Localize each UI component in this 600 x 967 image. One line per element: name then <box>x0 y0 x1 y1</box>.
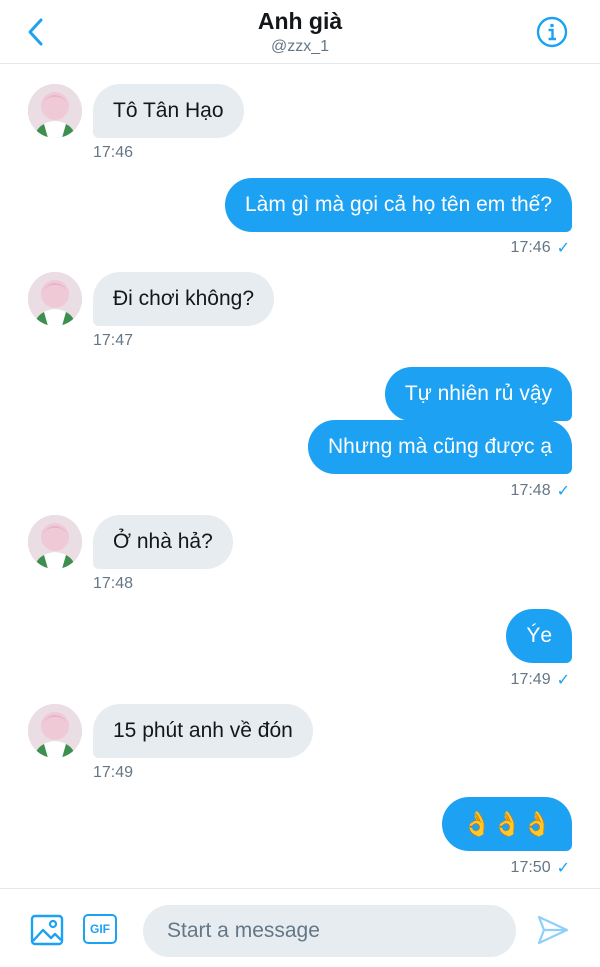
gif-button[interactable]: GIF <box>83 914 117 944</box>
conversation-title[interactable]: Anh già <box>0 8 600 35</box>
message-list[interactable]: Tô Tân Hạo 17:46 Làm gì mà gọi cả họ tên… <box>0 64 600 888</box>
send-button[interactable] <box>536 913 570 947</box>
message-bubble[interactable]: Tô Tân Hạo <box>93 84 244 138</box>
user-avatar-icon <box>28 515 82 569</box>
read-check-icon: ✓ <box>556 860 570 877</box>
conversation-handle[interactable]: @zzx_1 <box>0 38 600 56</box>
message-input[interactable] <box>143 905 516 957</box>
read-check-icon: ✓ <box>556 240 570 257</box>
message-bubble[interactable]: Làm gì mà gọi cả họ tên em thế? <box>224 178 572 232</box>
user-avatar-icon <box>28 704 82 758</box>
message-time: 17:48 <box>93 575 134 592</box>
info-icon <box>536 16 568 48</box>
avatar[interactable] <box>28 272 82 326</box>
message-status: 17:49 ✓ <box>511 670 570 690</box>
send-icon <box>537 915 569 945</box>
message-time: 17:46 <box>510 239 551 256</box>
message-time: 17:49 <box>510 671 551 688</box>
avatar[interactable] <box>28 84 82 138</box>
message-bubble[interactable]: 👌👌👌 <box>442 797 572 851</box>
message-time: 17:48 <box>510 482 551 499</box>
message-bubble[interactable]: Nhưng mà cũng được ạ <box>308 420 572 474</box>
message-time: 17:49 <box>93 764 134 781</box>
message-bubble[interactable]: 15 phút anh về đón <box>93 704 313 758</box>
message-time: 17:46 <box>93 144 134 161</box>
user-avatar-icon <box>28 84 82 138</box>
read-check-icon: ✓ <box>556 483 570 500</box>
add-photo-button[interactable] <box>30 913 64 947</box>
read-check-icon: ✓ <box>556 672 570 689</box>
image-icon <box>30 914 64 946</box>
message-composer: GIF <box>0 888 600 967</box>
message-status: 17:46 ✓ <box>511 238 570 258</box>
info-button[interactable] <box>536 16 568 48</box>
message-time: 17:47 <box>93 332 134 349</box>
avatar[interactable] <box>28 515 82 569</box>
message-bubble[interactable]: Tự nhiên rủ vậy <box>384 367 572 421</box>
message-status: 17:50 ✓ <box>511 858 570 878</box>
message-bubble[interactable]: Ở nhà hả? <box>93 515 233 569</box>
message-bubble[interactable]: Đi chơi không? <box>93 272 275 326</box>
avatar[interactable] <box>28 704 82 758</box>
message-status: 17:48 ✓ <box>511 481 570 501</box>
message-time: 17:50 <box>510 859 551 876</box>
conversation-header: Anh già @zzx_1 <box>0 0 600 64</box>
message-bubble[interactable]: Ýe <box>506 609 572 663</box>
user-avatar-icon <box>28 272 82 326</box>
